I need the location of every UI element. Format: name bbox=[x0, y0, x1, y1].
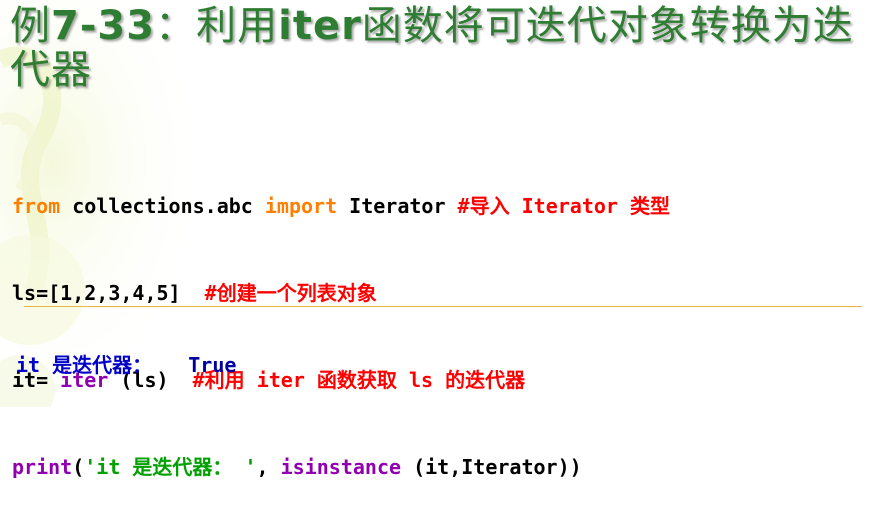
slide-title: 例7-33：利用iter函数将可迭代对象转换为迭代器 bbox=[10, 4, 880, 92]
code-text: ( bbox=[72, 455, 85, 479]
keyword-import: import bbox=[264, 194, 338, 218]
section-divider bbox=[24, 306, 862, 307]
title-separator: ：利用 bbox=[155, 3, 279, 49]
code-block: from collections.abc import Iterator #导入… bbox=[12, 134, 670, 511]
string-literal: 'it 是迭代器： ' bbox=[84, 455, 257, 479]
code-line-1: from collections.abc import Iterator #导入… bbox=[12, 192, 670, 221]
code-text: , bbox=[256, 455, 281, 479]
code-line-2: ls=[1,2,3,4,5] #创建一个列表对象 bbox=[12, 279, 670, 308]
code-text: ls=[1,2,3,4,5] bbox=[12, 281, 205, 305]
comment: #创建一个列表对象 bbox=[204, 281, 377, 305]
comment: #导入 Iterator 类型 bbox=[457, 194, 670, 218]
module-name: collections.abc bbox=[60, 194, 265, 218]
imported-name: Iterator bbox=[337, 194, 458, 218]
title-prefix: 例 bbox=[10, 3, 51, 49]
code-text: (it,Iterator)) bbox=[401, 455, 582, 479]
code-line-4: print('it 是迭代器： ', isinstance (it,Iterat… bbox=[12, 453, 670, 482]
output-value: True bbox=[188, 353, 237, 377]
comment: #利用 iter 函数获取 ls 的迭代器 bbox=[192, 368, 526, 392]
keyword-from: from bbox=[12, 194, 61, 218]
builtin-isinstance: isinstance bbox=[280, 455, 402, 479]
title-number: 7-33 bbox=[51, 3, 156, 49]
title-iter: iter bbox=[278, 3, 362, 49]
builtin-print: print bbox=[12, 455, 73, 479]
program-output: it 是迭代器： True bbox=[16, 351, 236, 379]
output-label: it 是迭代器： bbox=[16, 353, 153, 377]
